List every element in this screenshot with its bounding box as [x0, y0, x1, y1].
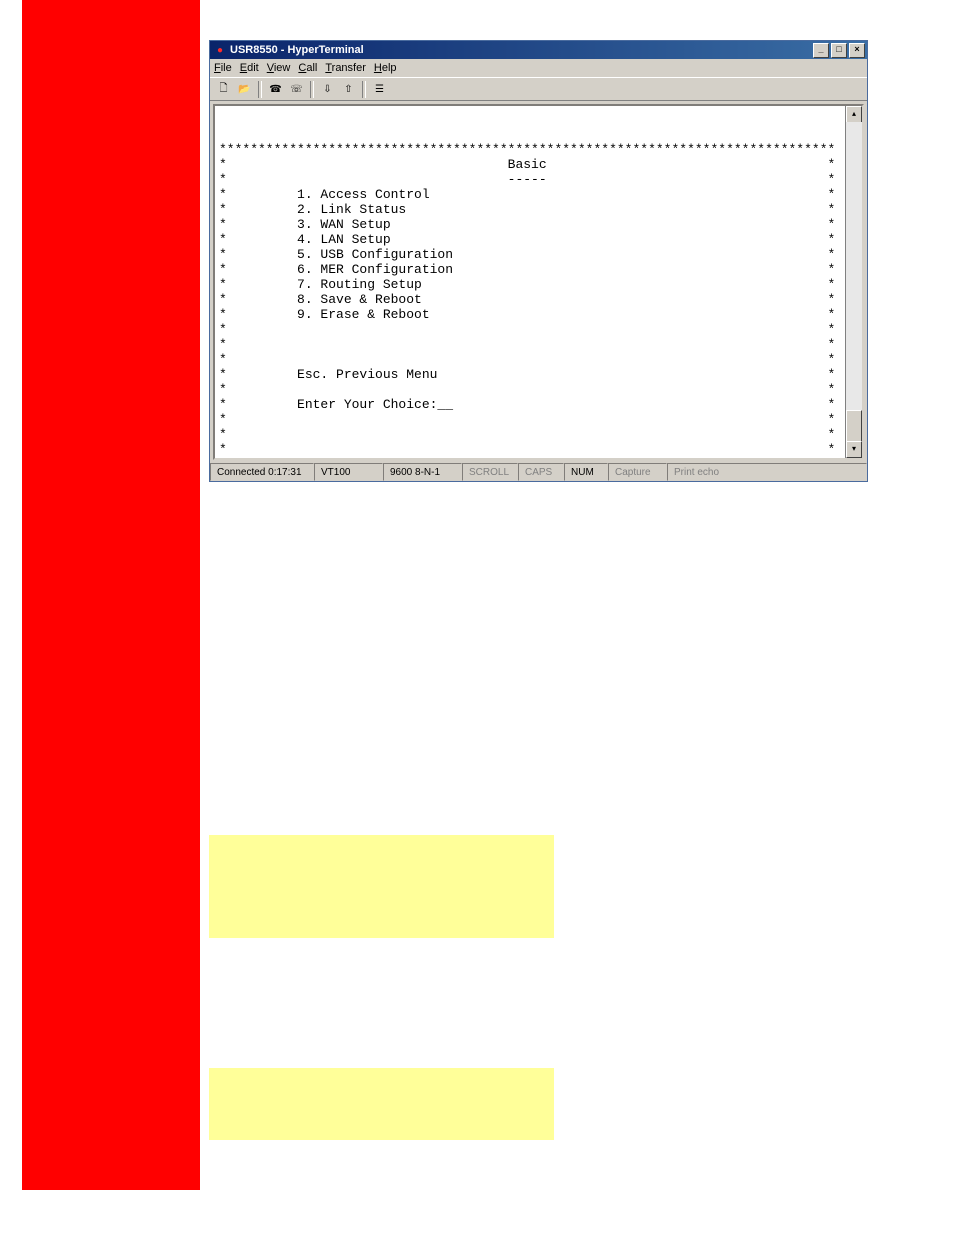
menu-view[interactable]: View: [267, 62, 291, 74]
toolbar-separator: [310, 81, 314, 98]
vertical-scrollbar[interactable]: ▴ ▾: [845, 106, 862, 458]
titlebar[interactable]: USR8550 - HyperTerminal _ □ ×: [210, 41, 867, 59]
hyperterminal-window: USR8550 - HyperTerminal _ □ × File Edit …: [209, 40, 868, 482]
disconnect-icon[interactable]: ☏: [287, 80, 306, 99]
menu-call[interactable]: Call: [298, 62, 317, 74]
window-title: USR8550 - HyperTerminal: [230, 44, 364, 56]
send-icon[interactable]: ⇩: [318, 80, 337, 99]
highlight-box-1: [209, 835, 554, 938]
maximize-button[interactable]: □: [831, 43, 847, 58]
menu-transfer[interactable]: Transfer: [325, 62, 366, 74]
open-file-icon[interactable]: 📂: [235, 80, 254, 99]
menubar: File Edit View Call Transfer Help: [210, 59, 867, 77]
minimize-button[interactable]: _: [813, 43, 829, 58]
toolbar-separator: [258, 81, 262, 98]
terminal-output[interactable]: ****************************************…: [215, 106, 862, 458]
terminal-container: ****************************************…: [213, 104, 864, 460]
scroll-up-icon[interactable]: ▴: [846, 106, 862, 123]
receive-icon[interactable]: ⇧: [339, 80, 358, 99]
connect-icon[interactable]: ☎: [266, 80, 285, 99]
highlight-box-2: [209, 1068, 554, 1140]
red-sidebar: [22, 0, 200, 1190]
document-body: [209, 475, 866, 1140]
toolbar: 🗋 📂 ☎ ☏ ⇩ ⇧ ☰: [210, 77, 867, 101]
app-icon: [214, 44, 226, 56]
scroll-down-icon[interactable]: ▾: [846, 441, 862, 458]
menu-file[interactable]: File: [214, 62, 232, 74]
menu-edit[interactable]: Edit: [240, 62, 259, 74]
menu-help[interactable]: Help: [374, 62, 397, 74]
new-file-icon[interactable]: 🗋: [214, 80, 233, 99]
scroll-thumb[interactable]: [846, 410, 862, 442]
close-button[interactable]: ×: [849, 43, 865, 58]
window-controls: _ □ ×: [813, 43, 865, 58]
toolbar-separator: [362, 81, 366, 98]
scroll-track[interactable]: [846, 122, 862, 442]
properties-icon[interactable]: ☰: [370, 80, 389, 99]
